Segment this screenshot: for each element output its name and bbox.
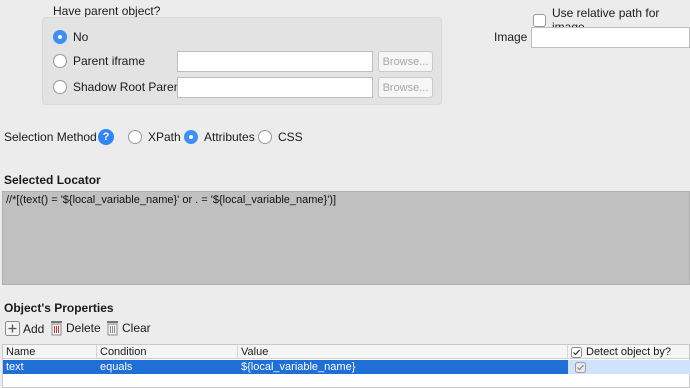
radio-no-indicator[interactable] (53, 30, 67, 44)
image-input[interactable] (531, 27, 690, 48)
column-header-condition[interactable]: Condition (97, 345, 238, 359)
radio-shadow-root-label: Shadow Root Parent (73, 80, 184, 94)
radio-parent-iframe-label: Parent iframe (73, 54, 146, 68)
delete-label: Delete (66, 321, 101, 335)
detect-checkbox-icon[interactable] (575, 361, 586, 373)
radio-attributes-indicator[interactable] (184, 130, 198, 144)
delete-button[interactable]: Delete (50, 320, 101, 336)
parent-iframe-browse-button[interactable]: Browse... (378, 51, 433, 72)
trash-icon (51, 321, 62, 336)
radio-no[interactable]: No (53, 30, 88, 44)
properties-table: Name Condition Value Detect object by? t… (2, 344, 690, 388)
radio-attributes-label: Attributes (204, 130, 255, 144)
add-button[interactable]: Add (5, 321, 44, 336)
radio-attributes[interactable]: Attributes (184, 130, 255, 144)
radio-css-label: CSS (278, 130, 303, 144)
shadow-root-browse-button[interactable]: Browse... (378, 77, 433, 98)
image-label: Image (494, 30, 528, 44)
radio-parent-iframe[interactable]: Parent iframe (53, 54, 145, 68)
cell-condition[interactable]: equals (97, 360, 238, 374)
add-icon (5, 321, 20, 336)
cell-name[interactable]: text (3, 360, 97, 374)
checked-box-icon (571, 346, 582, 358)
radio-parent-iframe-indicator[interactable] (53, 54, 67, 68)
column-header-value[interactable]: Value (238, 345, 568, 359)
cell-value[interactable]: ${local_variable_name} (238, 360, 568, 374)
properties-title: Object's Properties (4, 301, 114, 315)
column-header-detect[interactable]: Detect object by? (568, 345, 690, 359)
clear-label: Clear (122, 321, 151, 335)
radio-xpath-indicator[interactable] (128, 130, 142, 144)
radio-css-indicator[interactable] (258, 130, 272, 144)
clear-trash-icon (107, 321, 118, 336)
selected-locator-title: Selected Locator (4, 173, 101, 187)
parent-iframe-input[interactable] (177, 51, 373, 72)
relative-path-checkbox[interactable] (533, 13, 546, 27)
radio-no-label: No (73, 30, 89, 44)
selection-method-label: Selection Method (4, 130, 97, 144)
detect-header-label: Detect object by? (586, 346, 671, 358)
add-label: Add (23, 321, 45, 336)
radio-shadow-root-indicator[interactable] (53, 80, 67, 94)
radio-xpath-label: XPath (148, 130, 181, 144)
radio-css[interactable]: CSS (258, 130, 303, 144)
clear-button[interactable]: Clear (106, 320, 151, 336)
shadow-root-input[interactable] (177, 77, 373, 98)
parent-object-label: Have parent object? (53, 4, 161, 18)
selected-locator-text[interactable]: //*[(text() = '${local_variable_name}' o… (2, 191, 690, 285)
radio-xpath[interactable]: XPath (128, 130, 181, 144)
table-row[interactable]: text equals ${local_variable_name} (3, 360, 690, 374)
table-header: Name Condition Value Detect object by? (3, 345, 689, 359)
cell-detect[interactable] (568, 360, 690, 374)
radio-shadow-root[interactable]: Shadow Root Parent (53, 80, 184, 94)
help-icon[interactable]: ? (98, 129, 114, 145)
column-header-name[interactable]: Name (3, 345, 97, 359)
